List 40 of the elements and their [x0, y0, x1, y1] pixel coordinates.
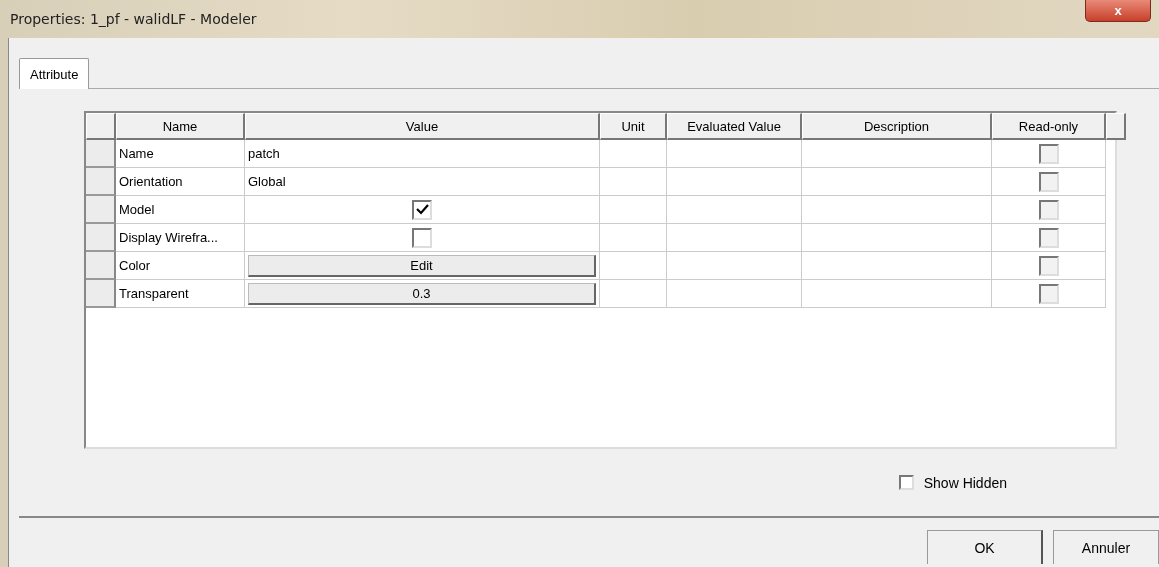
read-only-checkbox[interactable]	[1038, 171, 1059, 192]
name-cell: Name	[116, 140, 245, 168]
row-header[interactable]	[86, 140, 116, 168]
row-header[interactable]	[86, 224, 116, 252]
row-header[interactable]	[86, 168, 116, 196]
cancel-button[interactable]: Annuler	[1053, 530, 1159, 564]
read-only-checkbox[interactable]	[1038, 255, 1059, 276]
read-only-checkbox[interactable]	[1038, 283, 1059, 304]
ok-button[interactable]: OK	[927, 530, 1043, 564]
name-cell: Model	[116, 196, 245, 224]
show-hidden-checkbox[interactable]	[898, 475, 914, 490]
column-header[interactable]: Unit	[600, 113, 667, 140]
name-cell: Orientation	[116, 168, 245, 196]
value-button[interactable]: Edit	[248, 254, 596, 277]
name-cell: Transparent	[116, 280, 245, 308]
table-cell	[600, 140, 667, 168]
checkbox[interactable]	[412, 227, 432, 248]
checkbox-label: Show Hidden	[923, 474, 1007, 491]
column-header[interactable]: Value	[245, 113, 600, 140]
table-cell	[600, 168, 667, 196]
column-header[interactable]: Description	[802, 113, 992, 140]
read-only-checkbox[interactable]	[1038, 227, 1059, 248]
value-button[interactable]: 0.3	[248, 282, 596, 305]
row-header[interactable]	[86, 252, 116, 280]
window-title: Properties: 1_pf - walidLF - Modeler	[10, 11, 257, 27]
tab[interactable]: Attribute	[19, 58, 90, 89]
column-header[interactable]: Evaluated Value	[667, 113, 802, 140]
close-button[interactable]: x	[1085, 0, 1151, 22]
name-cell: Color	[116, 252, 245, 280]
name-cell: Display Wirefra...	[116, 224, 245, 252]
read-only-checkbox[interactable]	[1038, 143, 1059, 164]
check-icon	[415, 204, 429, 215]
row-header[interactable]	[86, 196, 116, 224]
read-only-checkbox[interactable]	[1038, 199, 1059, 220]
value-cell: Global	[245, 168, 600, 196]
checkbox[interactable]	[412, 199, 432, 220]
value-cell: patch	[245, 140, 600, 168]
column-header[interactable]: Name	[116, 113, 245, 140]
row-header[interactable]	[86, 280, 116, 308]
column-header[interactable]: Read-only	[992, 113, 1106, 140]
